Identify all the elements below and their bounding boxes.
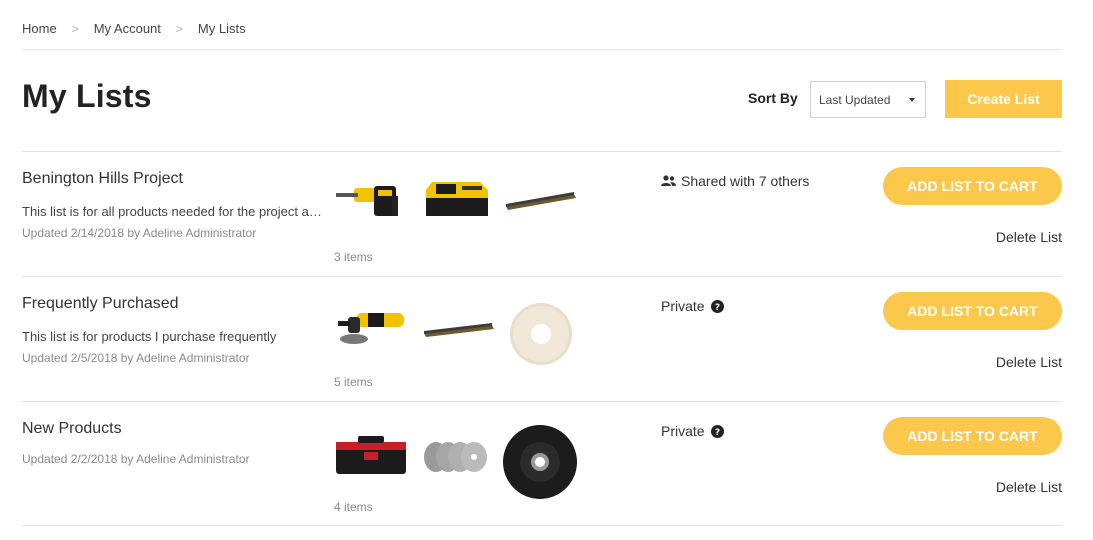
caret-down-icon — [909, 98, 915, 102]
list-updated: Updated 2/5/2018 by Adeline Administrato… — [22, 351, 250, 365]
add-list-to-cart-button[interactable]: ADD LIST TO CART — [883, 167, 1062, 205]
list-sharing-status: Private ? — [661, 423, 724, 439]
add-list-to-cart-button[interactable]: ADD LIST TO CART — [883, 417, 1062, 455]
nail-strip-thumbnail[interactable] — [422, 315, 496, 339]
list-item-count: 5 items — [334, 375, 373, 389]
people-icon — [661, 175, 676, 187]
cutting-discs-thumbnail[interactable] — [422, 440, 490, 474]
page-title: My Lists — [22, 78, 152, 114]
demolition-hammer-thumbnail[interactable] — [334, 182, 406, 222]
tool-box-thumbnail[interactable] — [334, 432, 408, 478]
sort-select-value: Last Updated — [819, 92, 891, 107]
breadcrumb-separator: > — [175, 22, 183, 36]
breadcrumb: Home > My Account > My Lists — [22, 20, 1062, 50]
breadcrumb-home[interactable]: Home — [22, 20, 57, 38]
list-item-count: 4 items — [334, 500, 373, 514]
list-updated: Updated 2/14/2018 by Adeline Administrat… — [22, 226, 257, 240]
nail-strip-thumbnail[interactable] — [504, 188, 578, 212]
delete-list-link[interactable]: Delete List — [996, 479, 1062, 495]
list-description: This list is for all products needed for… — [22, 204, 322, 219]
list-updated: Updated 2/2/2018 by Adeline Administrato… — [22, 452, 250, 466]
create-list-button[interactable]: Create List — [945, 80, 1062, 118]
help-icon[interactable]: ? — [710, 424, 724, 438]
angle-grinder-thumbnail[interactable] — [334, 305, 408, 351]
sharing-status-text: Shared with 7 others — [681, 173, 810, 189]
delete-list-link[interactable]: Delete List — [996, 229, 1062, 245]
sort-select[interactable]: Last Updated — [810, 81, 926, 118]
breadcrumb-separator: > — [71, 22, 79, 36]
sort-label: Sort By — [748, 90, 798, 106]
grinding-wheel-thumbnail[interactable] — [502, 424, 578, 500]
privacy-status-text: Private — [661, 423, 705, 439]
list-row: Frequently Purchased This list is for pr… — [22, 276, 1062, 401]
list-description: This list is for products I purchase fre… — [22, 329, 277, 344]
list-sharing-status: Private ? — [661, 298, 724, 314]
list-row: New Products Updated 2/2/2018 by Adeline… — [22, 401, 1062, 526]
list-name[interactable]: New Products — [22, 420, 122, 438]
list-name[interactable]: Benington Hills Project — [22, 170, 183, 188]
list-sharing-status: Shared with 7 others — [661, 173, 809, 189]
privacy-status-text: Private — [661, 298, 705, 314]
help-icon[interactable]: ? — [710, 299, 724, 313]
list-item-count: 3 items — [334, 250, 373, 264]
list-name[interactable]: Frequently Purchased — [22, 295, 179, 313]
battery-pack-thumbnail[interactable] — [422, 176, 492, 222]
svg-text:?: ? — [714, 428, 719, 438]
breadcrumb-my-account[interactable]: My Account — [94, 20, 161, 38]
delete-list-link[interactable]: Delete List — [996, 354, 1062, 370]
svg-text:?: ? — [714, 303, 719, 313]
felt-polishing-pad-thumbnail[interactable] — [508, 301, 574, 367]
breadcrumb-my-lists: My Lists — [197, 21, 246, 36]
add-list-to-cart-button[interactable]: ADD LIST TO CART — [883, 292, 1062, 330]
list-row: Benington Hills Project This list is for… — [22, 151, 1062, 276]
